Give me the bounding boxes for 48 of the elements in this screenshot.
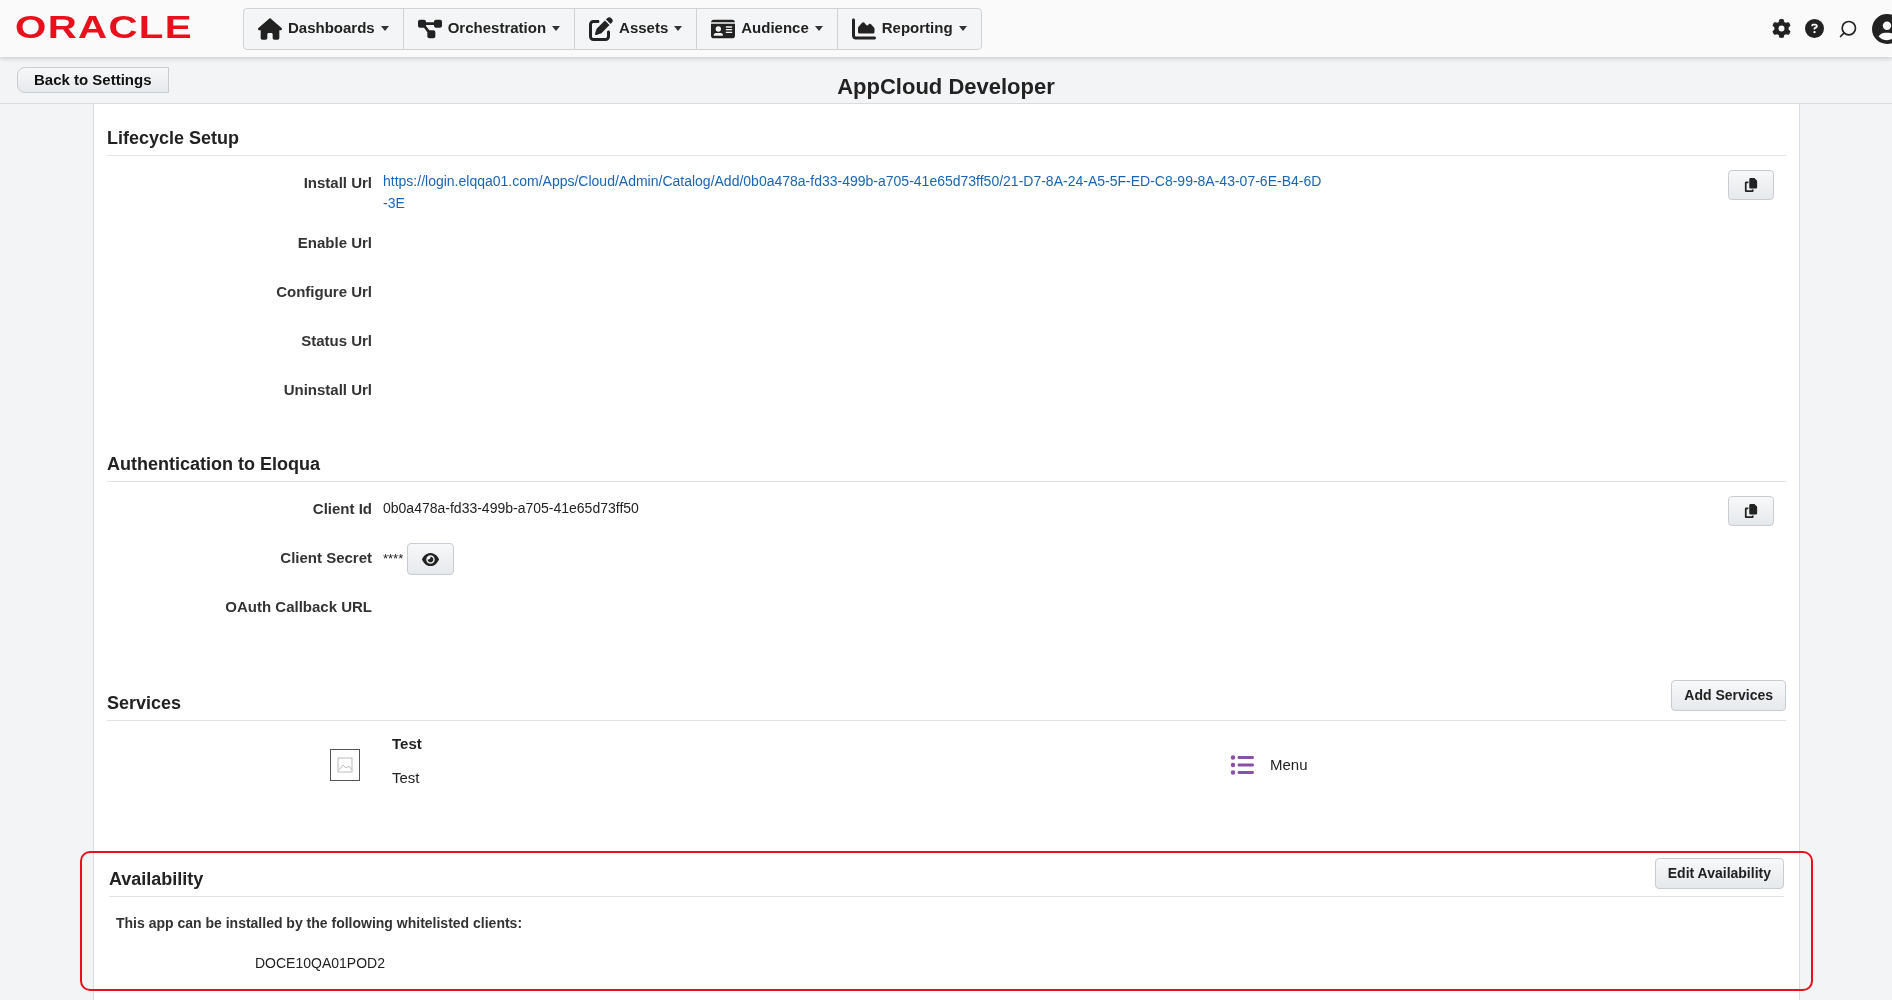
field-label: Client Secret xyxy=(279,548,373,568)
show-secret-button[interactable] xyxy=(407,543,455,575)
field-label: Enable Url xyxy=(296,233,373,253)
edit-availability-button[interactable]: Edit Availability xyxy=(1654,858,1784,889)
install-url-link[interactable]: https://login.elqqa01.com/Apps/Cloud/Admin/Catalog/Add/0b0a478a-fd33-499b-a705-41e65d73ff50/21-D7-8A-24-A5-5F-ED-C8-99-8A-43-07-6E-B4-6D-3E xyxy=(383,170,1323,214)
field-label: Status Url xyxy=(300,331,373,351)
field-value: 0b0a478a-fd33-499b-a705-41e65d73ff50 xyxy=(383,499,639,518)
help-icon[interactable] xyxy=(1805,19,1824,38)
nav-menu[interactable]: Audience xyxy=(696,8,837,49)
eye-icon xyxy=(422,550,440,568)
field-label: Client Id xyxy=(311,499,373,519)
copy-icon xyxy=(1744,504,1758,518)
nav-menu[interactable]: Reporting xyxy=(836,8,981,49)
caret-icon xyxy=(958,26,967,31)
service-type: Menu xyxy=(1270,754,1308,775)
page-title: AppCloud Developer xyxy=(837,73,1055,101)
field-label: Uninstall Url xyxy=(282,380,373,400)
field-label: Configure Url xyxy=(275,282,373,302)
search-icon[interactable] xyxy=(1838,18,1858,39)
image-placeholder-icon xyxy=(330,749,360,781)
section-title: Lifecycle Setup xyxy=(107,127,240,150)
copy-button[interactable] xyxy=(1728,170,1774,200)
field-label: Install Url xyxy=(302,173,373,193)
service-description: Test xyxy=(392,768,421,788)
pencil-icon xyxy=(589,16,614,41)
copy-icon xyxy=(1744,178,1758,192)
caret-icon xyxy=(674,26,683,31)
service-name: Test xyxy=(392,733,423,754)
caret-icon xyxy=(814,26,823,31)
caret-icon xyxy=(380,26,389,31)
house-icon xyxy=(258,16,282,41)
nav-menu[interactable]: Orchestration xyxy=(402,8,575,49)
list-icon xyxy=(1230,753,1254,777)
settings-icon[interactable] xyxy=(1772,19,1791,38)
section-title: Availability xyxy=(109,868,204,891)
back-button[interactable]: Back to Settings xyxy=(17,67,169,93)
section-title: Authentication to Eloqua xyxy=(107,453,320,476)
add-services-button[interactable]: Add Services xyxy=(1671,680,1786,711)
field-label: OAuth Callback URL xyxy=(224,597,373,617)
section-title: Services xyxy=(107,692,182,715)
availability-description: This app can be installed by the following whitelisted clients: xyxy=(116,915,523,931)
caret-icon xyxy=(552,26,561,31)
nav-menu[interactable]: Dashboards xyxy=(244,8,403,49)
masked-secret: **** xyxy=(383,550,404,569)
copy-button[interactable] xyxy=(1728,496,1774,526)
nav-menu[interactable]: Assets xyxy=(574,8,697,49)
area-chart-icon xyxy=(851,16,876,41)
client-name: DOCE10QA01POD2 xyxy=(255,955,385,971)
